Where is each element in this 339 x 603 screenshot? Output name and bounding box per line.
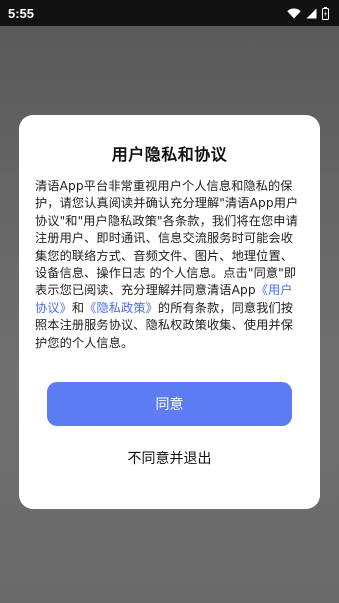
battery-icon (322, 6, 329, 20)
privacy-dialog: 用户隐私和协议 清语App平台非常重视用户个人信息和隐私的保护，请您认真阅读并确… (19, 115, 320, 509)
status-icons (287, 6, 329, 20)
dialog-body: 清语App平台非常重视用户个人信息和隐私的保护，请您认真阅读并确认充分理解"清语… (35, 178, 304, 352)
wifi-icon (287, 8, 301, 19)
app-screen: 5:55 用户隐私和协议 清语App平台非常重视用户个人信息和隐私的保护，请您认… (0, 0, 339, 603)
status-time: 5:55 (8, 5, 35, 21)
signal-icon (306, 8, 317, 19)
privacy-policy-link[interactable]: 《隐私政策》 (84, 301, 158, 315)
agree-button[interactable]: 同意 (47, 382, 292, 426)
dialog-title: 用户隐私和协议 (111, 145, 228, 164)
disagree-exit-button[interactable]: 不同意并退出 (47, 442, 292, 474)
body-intro-text: 清语App平台非常重视用户个人信息和隐私的保护，请您认真阅读并确认充分理解"清语… (35, 179, 299, 298)
body-connector-text: 和 (71, 300, 85, 315)
status-bar: 5:55 (0, 0, 339, 26)
